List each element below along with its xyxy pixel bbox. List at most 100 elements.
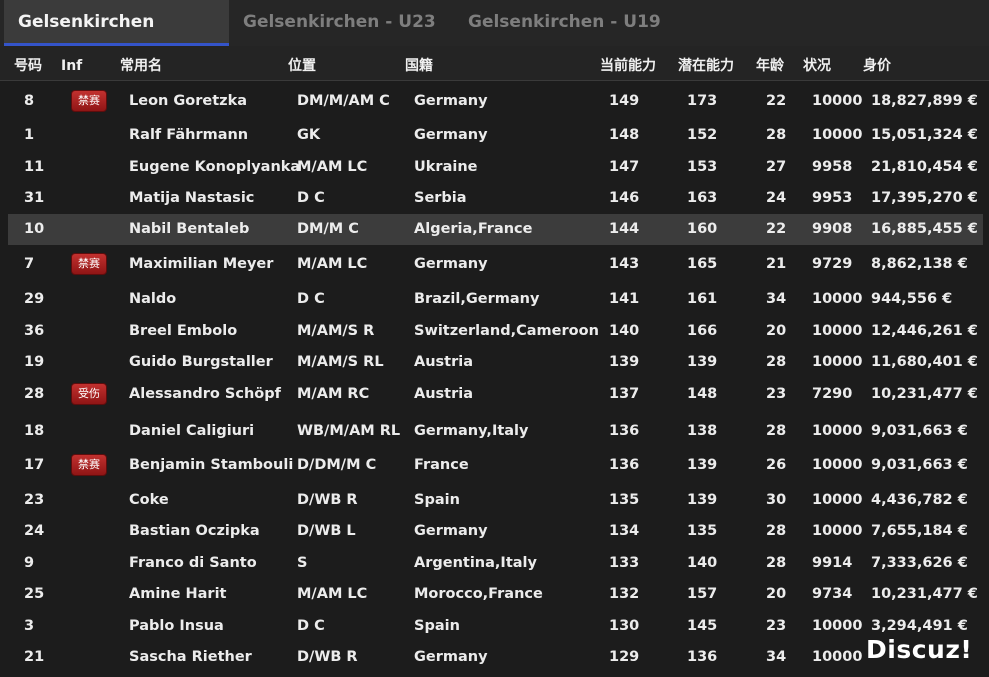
player-age: 28 (766, 523, 787, 539)
table-row[interactable]: 23 Coke D/WB R Spain 135 139 30 10000 4,436,782 … (8, 485, 983, 515)
suspension-badge[interactable]: 禁赛 (71, 454, 107, 476)
player-current-ability: 139 (609, 354, 640, 370)
player-nationality: Ukraine (414, 159, 478, 175)
player-age: 21 (766, 256, 787, 272)
player-value: 17,395,270 € (871, 190, 978, 206)
table-row[interactable]: 28 Alessandro Schöpf M/AM RC Austria 137 148 2… (8, 377, 983, 411)
player-nationality: Brazil,Germany (414, 291, 540, 307)
player-condition: 10000 (812, 127, 863, 143)
player-name: Sascha Riether (129, 649, 252, 665)
player-current-ability: 130 (609, 618, 640, 634)
player-position: D C (297, 190, 325, 206)
player-number: 36 (24, 323, 45, 339)
player-potential-ability: 160 (687, 221, 718, 237)
player-age: 34 (766, 649, 787, 665)
table-row[interactable]: 19 Guido Burgstaller M/AM/S RL Austria 139 13… (8, 347, 983, 377)
player-name: Maximilian Meyer (129, 256, 274, 272)
column-age-header[interactable]: 年龄 (756, 46, 784, 86)
table-row[interactable]: 7 Maximilian Meyer M/AM LC Germany 143 165 21 9… (8, 247, 983, 281)
player-age: 26 (766, 457, 787, 473)
player-nationality: Serbia (414, 190, 467, 206)
player-potential-ability: 145 (687, 618, 718, 634)
table-row[interactable]: 29 Naldo D C Brazil,Germany 141 161 34 10000 944… (8, 284, 983, 314)
table-row[interactable]: 3 Pablo Insua D C Spain 130 145 23 10000 3,294,4… (8, 611, 983, 641)
column-value-header[interactable]: 身价 (863, 46, 891, 86)
table-row[interactable]: 18 Daniel Caligiuri WB/M/AM RL Germany,Ital… (8, 416, 983, 446)
player-name: Ralf Fährmann (129, 127, 249, 143)
team-tab-bar: Gelsenkirchen Gelsenkirchen - U23 Gelsen… (0, 0, 989, 46)
column-position-header[interactable]: 位置 (288, 46, 316, 86)
column-number-header[interactable]: 号码 (14, 46, 42, 86)
player-potential-ability: 163 (687, 190, 718, 206)
player-current-ability: 149 (609, 93, 640, 109)
table-row[interactable]: 21 Sascha Riether D/WB R Germany 129 136 34 100… (8, 642, 983, 672)
player-current-ability: 133 (609, 555, 640, 571)
player-name: Alessandro Schöpf (129, 386, 281, 402)
player-nationality: Switzerland,Cameroon (414, 323, 599, 339)
tab-u23[interactable]: Gelsenkirchen - U23 (243, 0, 436, 46)
suspension-badge[interactable]: 禁赛 (71, 90, 107, 112)
player-position: M/AM RC (297, 386, 370, 402)
player-current-ability: 136 (609, 423, 640, 439)
player-age: 20 (766, 323, 787, 339)
player-nationality: Germany (414, 256, 488, 272)
player-condition: 10000 (812, 354, 863, 370)
player-position: D/WB L (297, 523, 356, 539)
player-name: Pablo Insua (129, 618, 224, 634)
column-potential-ability-header[interactable]: 潜在能力 (678, 46, 734, 86)
column-inf-header[interactable]: Inf (61, 46, 82, 86)
player-condition: 10000 (812, 323, 863, 339)
player-age: 23 (766, 386, 787, 402)
suspension-badge[interactable]: 禁赛 (71, 253, 107, 275)
tab-first-team[interactable]: Gelsenkirchen (4, 0, 229, 46)
player-name: Bastian Oczipka (129, 523, 260, 539)
column-current-ability-header[interactable]: 当前能力 (600, 46, 656, 86)
player-potential-ability: 165 (687, 256, 718, 272)
player-condition: 10000 (812, 492, 863, 508)
player-position: WB/M/AM RL (297, 423, 401, 439)
table-row[interactable]: 8 Leon Goretzka DM/M/AM C Germany 149 173 22 10… (8, 86, 983, 116)
player-name: Coke (129, 492, 169, 508)
player-condition: 9729 (812, 256, 853, 272)
column-name-header[interactable]: 常用名 (120, 46, 162, 86)
player-current-ability: 143 (609, 256, 640, 272)
table-row[interactable]: 24 Bastian Oczipka D/WB L Germany 134 135 28 10… (8, 516, 983, 546)
player-name: Benjamin Stambouli (129, 457, 294, 473)
table-row[interactable]: 36 Breel Embolo M/AM/S R Switzerland,Camero… (8, 316, 983, 346)
player-position: M/AM/S RL (297, 354, 384, 370)
player-condition: 9914 (812, 555, 853, 571)
table-row[interactable]: 10 Nabil Bentaleb DM/M C Algeria,France 144 1… (8, 214, 983, 245)
player-nationality: Morocco,France (414, 586, 543, 602)
player-condition: 7290 (812, 386, 853, 402)
player-condition: 9908 (812, 221, 853, 237)
player-value: 10,231,477 € (871, 386, 978, 402)
table-row[interactable]: 11 Eugene Konoplyanka M/AM LC Ukraine 147 153… (8, 152, 983, 182)
player-potential-ability: 166 (687, 323, 718, 339)
table-row[interactable]: 9 Franco di Santo S Argentina,Italy 133 140 28… (8, 548, 983, 578)
column-nationality-header[interactable]: 国籍 (405, 46, 433, 86)
table-row[interactable]: 17 Benjamin Stambouli D/DM/M C France 136 139… (8, 448, 983, 482)
player-value: 11,680,401 € (871, 354, 978, 370)
table-row[interactable]: 1 Ralf Fährmann GK Germany 148 152 28 10000 15,0… (8, 120, 983, 150)
column-condition-header[interactable]: 状况 (803, 46, 831, 86)
player-value: 8,862,138 € (871, 256, 968, 272)
player-name: Leon Goretzka (129, 93, 248, 109)
player-value: 18,827,899 € (871, 93, 978, 109)
player-condition: 10000 (812, 291, 863, 307)
player-condition: 9953 (812, 190, 853, 206)
player-name: Daniel Caligiuri (129, 423, 255, 439)
tab-u19[interactable]: Gelsenkirchen - U19 (468, 0, 661, 46)
player-number: 11 (24, 159, 45, 175)
player-nationality: Germany (414, 649, 488, 665)
injury-badge[interactable]: 受伤 (71, 383, 107, 405)
player-position: D/WB R (297, 492, 358, 508)
player-number: 31 (24, 190, 45, 206)
player-age: 34 (766, 291, 787, 307)
player-nationality: Germany (414, 127, 488, 143)
player-age: 22 (766, 93, 787, 109)
player-value: 9,031,663 € (871, 423, 968, 439)
table-row[interactable]: 31 Matija Nastasic D C Serbia 146 163 24 9953 17… (8, 183, 983, 213)
player-position: D C (297, 291, 325, 307)
site-watermark: Discuz! (866, 635, 973, 664)
table-row[interactable]: 25 Amine Harit M/AM LC Morocco,France 132 157… (8, 579, 983, 609)
